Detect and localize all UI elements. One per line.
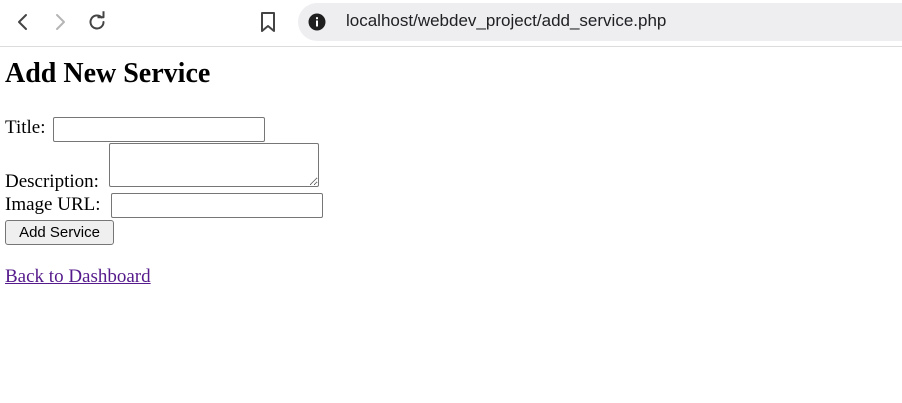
bookmark-icon[interactable] xyxy=(253,7,283,37)
browser-toolbar: localhost/webdev_project/add_service.php xyxy=(0,0,902,47)
reload-icon[interactable] xyxy=(82,7,112,37)
image-url-row: Image URL: xyxy=(5,194,101,216)
description-label: Description: xyxy=(5,171,99,192)
page-title: Add New Service xyxy=(5,58,211,89)
url-text[interactable]: localhost/webdev_project/add_service.php xyxy=(346,11,666,31)
add-service-button[interactable]: Add Service xyxy=(5,220,114,245)
description-row: Description: xyxy=(5,171,99,193)
image-url-label: Image URL: xyxy=(5,194,101,215)
address-bar[interactable]: localhost/webdev_project/add_service.php xyxy=(298,3,902,41)
description-textarea[interactable] xyxy=(109,143,319,187)
image-url-input[interactable] xyxy=(111,193,323,218)
back-icon[interactable] xyxy=(8,7,38,37)
title-label: Title: xyxy=(5,117,46,138)
title-input[interactable] xyxy=(53,117,265,142)
back-to-dashboard-link[interactable]: Back to Dashboard xyxy=(5,266,151,288)
title-row: Title: xyxy=(5,117,46,139)
forward-icon[interactable] xyxy=(45,7,75,37)
site-info-icon[interactable] xyxy=(308,13,326,31)
